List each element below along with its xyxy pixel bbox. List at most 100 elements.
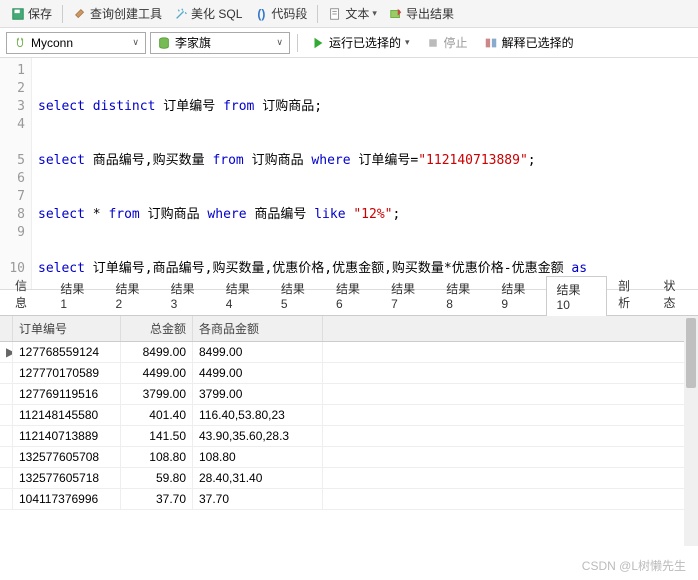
- cell[interactable]: 43.90,35.60,28.3: [193, 426, 323, 446]
- col-header[interactable]: 订单编号: [13, 316, 121, 341]
- cell[interactable]: 127768559124: [13, 342, 121, 362]
- save-label: 保存: [28, 5, 52, 22]
- save-icon: [11, 7, 25, 21]
- tab-result[interactable]: 剖析: [607, 272, 652, 315]
- tab-result[interactable]: 结果 3: [160, 275, 215, 315]
- chevron-down-icon: ∨: [132, 37, 139, 48]
- braces-icon: (): [254, 7, 268, 21]
- table-row[interactable]: 112148145580401.40116.40,53.80,23: [0, 405, 698, 426]
- query-builder-label: 查询创建工具: [90, 5, 162, 22]
- result-grid: 订单编号 总金额 各商品金额 ▶1277685591248499.008499.…: [0, 316, 698, 546]
- chevron-down-icon: ▾: [405, 37, 410, 48]
- beautify-label: 美化 SQL: [191, 5, 242, 22]
- plug-icon: [13, 36, 27, 50]
- database-dropdown[interactable]: 李家旗 ∨: [150, 32, 290, 54]
- wand-icon: [174, 7, 188, 21]
- cell[interactable]: 28.40,31.40: [193, 468, 323, 488]
- snippet-button[interactable]: () 代码段: [249, 3, 312, 24]
- cell[interactable]: 104117376996: [13, 489, 121, 509]
- tab-result[interactable]: 结果 8: [435, 275, 490, 315]
- grid-body: ▶1277685591248499.008499.001277701705894…: [0, 342, 698, 510]
- row-marker: ▶: [0, 342, 13, 362]
- cell[interactable]: 108.80: [193, 447, 323, 467]
- connection-dropdown[interactable]: Myconn ∨: [6, 32, 146, 54]
- cell[interactable]: 4499.00: [193, 363, 323, 383]
- tab-result[interactable]: 结果 7: [380, 275, 435, 315]
- col-header[interactable]: 总金额: [121, 316, 193, 341]
- row-marker: [0, 447, 13, 467]
- row-marker: [0, 363, 13, 383]
- row-marker: [0, 405, 13, 425]
- cell[interactable]: 8499.00: [121, 342, 193, 362]
- table-row[interactable]: 10411737699637.7037.70: [0, 489, 698, 510]
- separator: [62, 5, 63, 23]
- connection-bar: Myconn ∨ 李家旗 ∨ 运行已选择的 ▾ 停止 解释已选择的: [0, 28, 698, 58]
- export-label: 导出结果: [406, 5, 454, 22]
- table-row[interactable]: 132577605708108.80108.80: [0, 447, 698, 468]
- database-icon: [157, 36, 171, 50]
- separator: [297, 34, 298, 52]
- cell[interactable]: 37.70: [193, 489, 323, 509]
- tab-result[interactable]: 结果 2: [105, 275, 160, 315]
- tab-result[interactable]: 状态: [653, 272, 698, 315]
- stop-button[interactable]: 停止: [420, 32, 474, 53]
- explain-button[interactable]: 解释已选择的: [478, 32, 580, 53]
- cell[interactable]: 3799.00: [193, 384, 323, 404]
- tab-result[interactable]: 信息: [4, 272, 49, 315]
- table-row[interactable]: 1277701705894499.004499.00: [0, 363, 698, 384]
- run-label: 运行已选择的: [329, 34, 401, 51]
- cell[interactable]: 401.40: [121, 405, 193, 425]
- query-builder-button[interactable]: 查询创建工具: [68, 3, 167, 24]
- stop-icon: [426, 36, 440, 50]
- cell[interactable]: 112148145580: [13, 405, 121, 425]
- tab-result[interactable]: 结果 9: [490, 275, 545, 315]
- table-row[interactable]: 112140713889141.5043.90,35.60,28.3: [0, 426, 698, 447]
- tab-result[interactable]: 结果 1: [49, 275, 104, 315]
- row-marker: [0, 384, 13, 404]
- row-marker: [0, 489, 13, 509]
- chevron-down-icon: ▾: [372, 8, 377, 19]
- tab-result[interactable]: 结果 5: [270, 275, 325, 315]
- export-icon: [389, 7, 403, 21]
- explain-label: 解释已选择的: [502, 34, 574, 51]
- cell[interactable]: 59.80: [121, 468, 193, 488]
- cell[interactable]: 116.40,53.80,23: [193, 405, 323, 425]
- cell[interactable]: 127769119516: [13, 384, 121, 404]
- table-row[interactable]: ▶1277685591248499.008499.00: [0, 342, 698, 363]
- cell[interactable]: 108.80: [121, 447, 193, 467]
- cell[interactable]: 127770170589: [13, 363, 121, 383]
- cell[interactable]: 132577605708: [13, 447, 121, 467]
- export-button[interactable]: 导出结果: [384, 3, 459, 24]
- cell[interactable]: 4499.00: [121, 363, 193, 383]
- table-row[interactable]: 1277691195163799.003799.00: [0, 384, 698, 405]
- document-icon: [328, 7, 342, 21]
- explain-icon: [484, 36, 498, 50]
- stop-label: 停止: [444, 34, 468, 51]
- tab-result[interactable]: 结果 10: [546, 276, 608, 316]
- cell[interactable]: 8499.00: [193, 342, 323, 362]
- col-header[interactable]: 各商品金额: [193, 316, 323, 341]
- beautify-button[interactable]: 美化 SQL: [169, 3, 247, 24]
- cell[interactable]: 112140713889: [13, 426, 121, 446]
- tab-result[interactable]: 结果 6: [325, 275, 380, 315]
- cell[interactable]: 3799.00: [121, 384, 193, 404]
- code-area[interactable]: select distinct 订单编号 from 订购商品; select 商…: [32, 58, 698, 289]
- separator: [317, 5, 318, 23]
- table-row[interactable]: 13257760571859.8028.40,31.40: [0, 468, 698, 489]
- watermark: CSDN @L树懒先生: [582, 557, 686, 574]
- scrollbar-thumb[interactable]: [686, 318, 696, 388]
- result-tabs: 信息结果 1结果 2结果 3结果 4结果 5结果 6结果 7结果 8结果 9结果…: [0, 290, 698, 316]
- tab-result[interactable]: 结果 4: [215, 275, 270, 315]
- row-marker-col: [0, 316, 13, 341]
- vertical-scrollbar[interactable]: [684, 316, 698, 546]
- cell[interactable]: 132577605718: [13, 468, 121, 488]
- save-button[interactable]: 保存: [6, 3, 57, 24]
- sql-editor[interactable]: 12345678910 select distinct 订单编号 from 订购…: [0, 58, 698, 290]
- grid-header: 订单编号 总金额 各商品金额: [0, 316, 698, 342]
- text-button[interactable]: 文本 ▾: [323, 3, 382, 24]
- cell[interactable]: 37.70: [121, 489, 193, 509]
- text-label: 文本: [345, 5, 369, 22]
- run-button[interactable]: 运行已选择的 ▾: [305, 32, 416, 53]
- database-name: 李家旗: [175, 34, 211, 51]
- cell[interactable]: 141.50: [121, 426, 193, 446]
